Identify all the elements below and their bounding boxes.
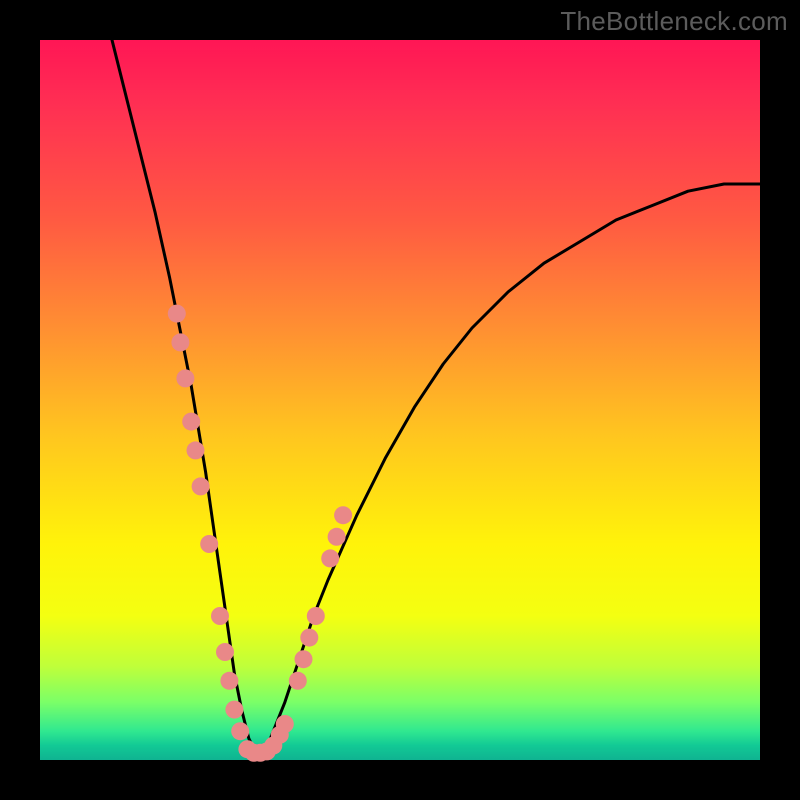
figure-frame: TheBottleneck.com (0, 0, 800, 800)
watermark-text: TheBottleneck.com (560, 6, 788, 37)
marker-dot (321, 549, 339, 567)
curve-line (112, 40, 760, 753)
marker-dot (216, 643, 234, 661)
marker-dot (168, 305, 186, 323)
marker-dot (192, 477, 210, 495)
chart-svg (40, 40, 760, 760)
marker-dot (289, 672, 307, 690)
bottleneck-curve (112, 40, 760, 753)
marker-dot (334, 506, 352, 524)
marker-dot (220, 672, 238, 690)
marker-dot (187, 441, 205, 459)
marker-dot (225, 701, 243, 719)
marker-dot (176, 369, 194, 387)
marker-dot (171, 333, 189, 351)
marker-dot (211, 607, 229, 625)
highlight-dots (168, 305, 352, 762)
marker-dot (307, 607, 325, 625)
marker-dot (295, 650, 313, 668)
marker-dot (276, 715, 294, 733)
marker-dot (231, 722, 249, 740)
marker-dot (200, 535, 218, 553)
marker-dot (328, 528, 346, 546)
plot-area (40, 40, 760, 760)
marker-dot (300, 629, 318, 647)
marker-dot (182, 413, 200, 431)
